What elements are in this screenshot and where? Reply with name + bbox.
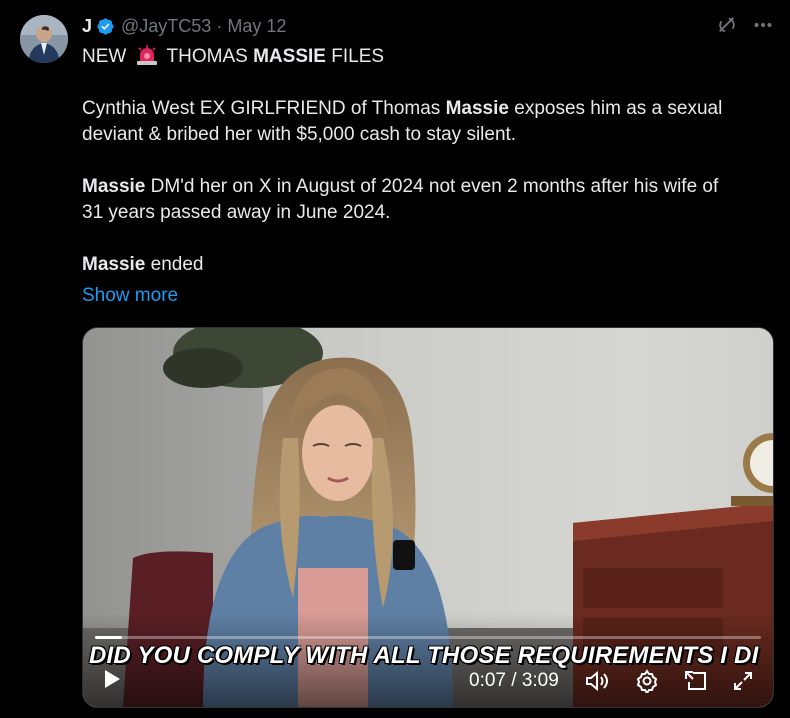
author-name[interactable]: J — [82, 16, 92, 37]
headline-prefix: NEW — [82, 46, 127, 67]
more-icon[interactable] — [754, 22, 772, 28]
video-progress-fill — [95, 636, 122, 639]
play-icon[interactable] — [103, 669, 121, 694]
p3-text: ended — [145, 254, 204, 275]
post-header: J @JayTC53 · May 12 — [82, 14, 286, 38]
grok-icon[interactable] — [716, 14, 738, 36]
video-player[interactable]: DID YOU COMPLY WITH ALL THOSE REQUIREMEN… — [82, 327, 774, 708]
separator-dot: · — [216, 15, 223, 36]
video-time: 0:07 / 3:09 — [469, 670, 559, 691]
video-progress-bar[interactable] — [95, 636, 761, 639]
show-more-link[interactable]: Show more — [82, 285, 178, 307]
volume-icon[interactable] — [584, 669, 610, 698]
verified-badge-icon — [96, 17, 115, 36]
header-actions — [716, 14, 772, 36]
p2-text: DM'd her on X in August of 2024 not even… — [145, 176, 719, 197]
author-handle[interactable]: @JayTC53 — [121, 16, 211, 37]
tweet: J @JayTC53 · May 12 NEW THOMAS MASSIE FI… — [0, 0, 790, 718]
post-text: NEW THOMAS MASSIE FILES Cynthia West EX … — [82, 44, 762, 278]
avatar[interactable] — [20, 15, 68, 63]
p1-text-a: Cynthia West EX GIRLFRIEND of Thomas — [82, 98, 446, 119]
paragraph-1-line-1: Cynthia West EX GIRLFRIEND of Thomas Mas… — [82, 96, 762, 122]
settings-icon[interactable] — [635, 669, 659, 698]
post-headline: NEW THOMAS MASSIE FILES — [82, 44, 762, 70]
video-controls: 0:07 / 3:09 — [83, 663, 773, 703]
paragraph-1-line-2: deviant & bribed her with $5,000 cash to… — [82, 124, 517, 145]
post-date[interactable]: May 12 — [227, 16, 286, 37]
paragraph-2-line-2: 31 years passed away in June 2024. — [82, 202, 391, 223]
siren-emoji-icon — [136, 45, 158, 65]
picture-in-picture-icon[interactable] — [683, 669, 709, 698]
headline-mid: THOMAS — [166, 46, 248, 67]
p2-bold: Massie — [82, 176, 146, 197]
fullscreen-icon[interactable] — [731, 669, 755, 698]
paragraph-3: Massie ended — [82, 252, 762, 278]
p1-bold: Massie — [445, 98, 509, 119]
p3-bold: Massie — [82, 254, 146, 275]
headline-suffix: FILES — [331, 46, 385, 67]
p1-text-b: exposes him as a sexual — [508, 98, 723, 119]
paragraph-2-line-1: Massie DM'd her on X in August of 2024 n… — [82, 174, 762, 200]
headline-bold: MASSIE — [253, 46, 326, 67]
